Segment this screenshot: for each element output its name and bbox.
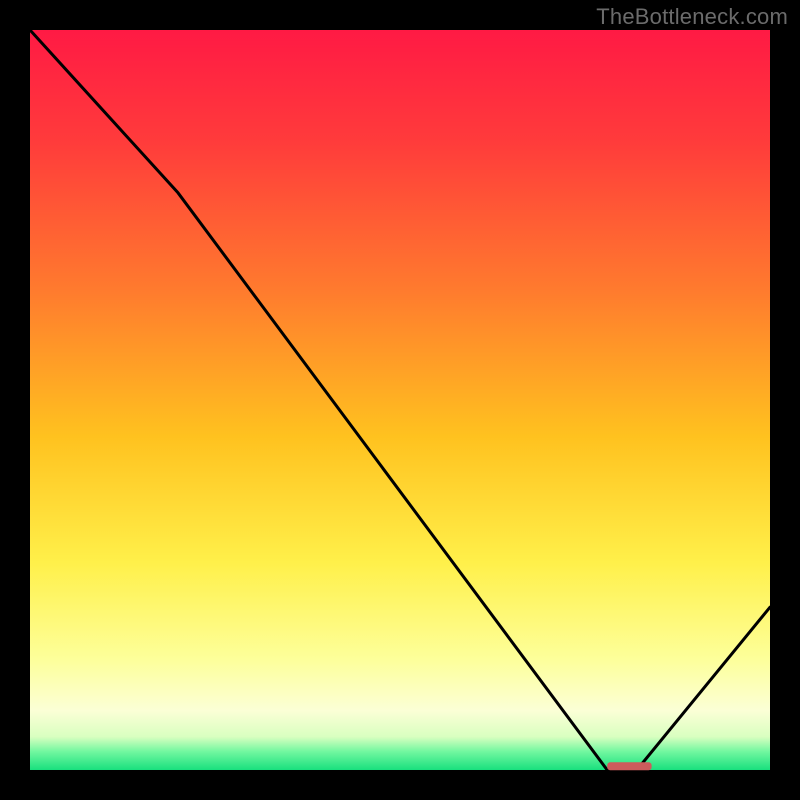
- bottleneck-chart: [0, 0, 800, 800]
- chart-frame: { "watermark": "TheBottleneck.com", "col…: [0, 0, 800, 800]
- watermark-text: TheBottleneck.com: [596, 4, 788, 30]
- optimum-marker: [607, 762, 651, 770]
- plot-background: [30, 30, 770, 770]
